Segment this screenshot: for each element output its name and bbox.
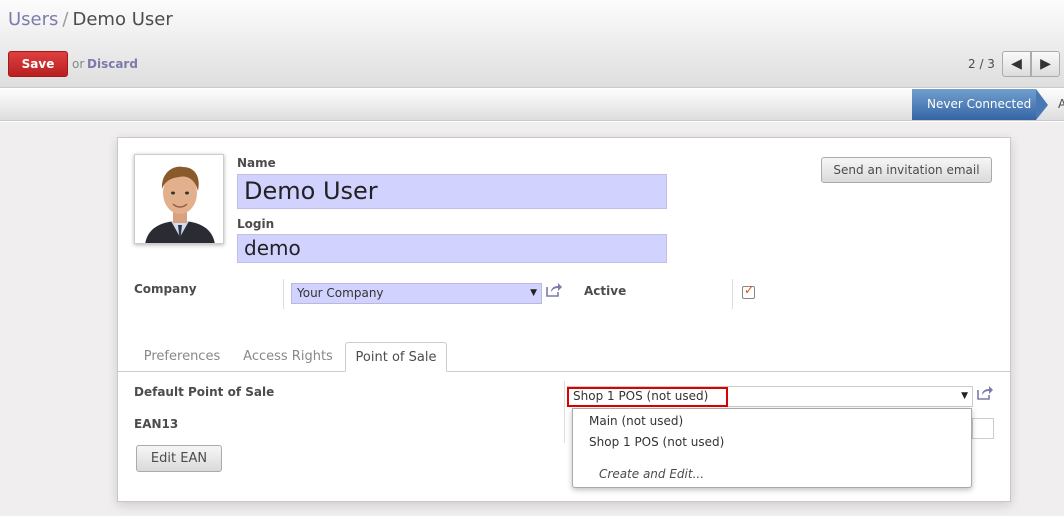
divider — [283, 279, 284, 309]
control-panel: Users / Demo User Save or Discard 2 / 3 ◀ … — [0, 0, 1064, 88]
statusbar: Never Connected A — [0, 89, 1064, 121]
ean13-label: EAN13 — [134, 417, 179, 431]
send-invitation-email-button[interactable]: Send an invitation email — [821, 157, 992, 183]
pager-next-button[interactable]: ▶ — [1031, 51, 1060, 77]
breadcrumb-current: Demo User — [72, 9, 173, 30]
ean13-input[interactable] — [972, 418, 994, 439]
name-input[interactable]: Demo User — [237, 174, 667, 209]
discard-link[interactable]: Discard — [87, 57, 138, 71]
avatar-image — [135, 155, 223, 243]
divider — [564, 381, 565, 443]
pos-dropdown-menu: Main (not used) Shop 1 POS (not used) Cr… — [572, 408, 972, 488]
dropdown-option-main[interactable]: Main (not used) — [589, 414, 683, 428]
pager-previous-button[interactable]: ◀ — [1002, 51, 1031, 77]
default-pos-label: Default Point of Sale — [134, 385, 275, 399]
company-label: Company — [134, 282, 197, 296]
company-select[interactable]: Your Company ▼ — [291, 283, 542, 304]
active-label: Active — [584, 284, 627, 298]
or-text: or — [72, 57, 85, 71]
breadcrumb: Users / Demo User — [8, 9, 173, 30]
arrow-left-icon: ◀ — [1011, 56, 1022, 72]
breadcrumb-separator: / — [62, 9, 69, 30]
dropdown-caret-icon: ▼ — [530, 288, 537, 298]
arrow-right-icon: ▶ — [1040, 56, 1051, 72]
active-checkbox[interactable]: ✓ — [742, 283, 755, 299]
company-value: Your Company — [297, 286, 384, 300]
save-button[interactable]: Save — [8, 51, 68, 77]
edit-ean-button[interactable]: Edit EAN — [136, 445, 222, 472]
form-sheet: Name Demo User Login demo Send an invita… — [117, 137, 1011, 502]
highlight-box — [567, 387, 728, 407]
stage-never-connected[interactable]: Never Connected — [912, 89, 1036, 120]
stage-arrow — [1036, 89, 1048, 120]
pager-counter: 2 / 3 — [968, 57, 995, 71]
stage-next[interactable]: A — [1058, 97, 1064, 111]
divider — [732, 279, 733, 309]
breadcrumb-users-link[interactable]: Users — [8, 9, 58, 30]
dropdown-create-and-edit[interactable]: Create and Edit... — [599, 467, 704, 481]
external-link-icon[interactable] — [545, 282, 563, 298]
tab-point-of-sale[interactable]: Point of Sale — [345, 342, 447, 372]
tab-preferences[interactable]: Preferences — [136, 342, 228, 372]
user-avatar[interactable] — [134, 154, 224, 244]
dropdown-caret-icon: ▼ — [961, 391, 968, 401]
name-label: Name — [237, 156, 276, 170]
external-link-icon[interactable] — [976, 385, 994, 401]
checkmark-icon: ✓ — [744, 283, 755, 297]
dropdown-option-shop1[interactable]: Shop 1 POS (not used) — [589, 435, 724, 449]
tab-access-rights[interactable]: Access Rights — [236, 342, 340, 372]
login-input[interactable]: demo — [237, 234, 667, 263]
login-label: Login — [237, 217, 275, 231]
